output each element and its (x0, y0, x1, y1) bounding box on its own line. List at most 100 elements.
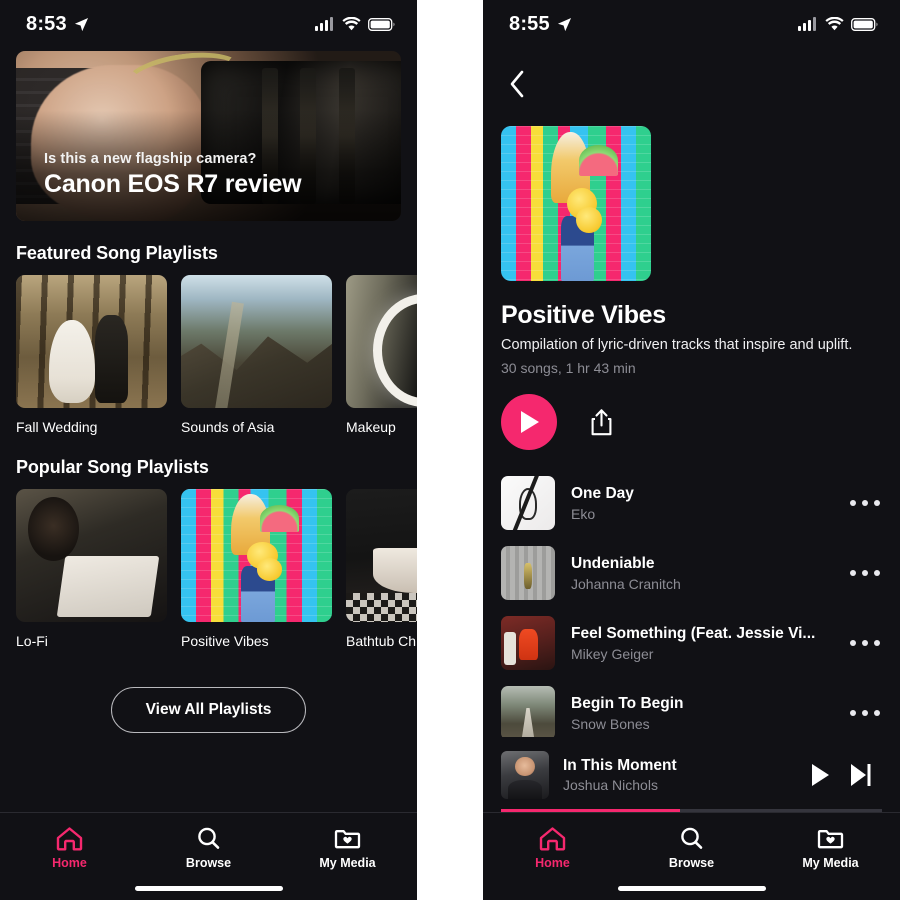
home-icon (539, 827, 566, 851)
track-artwork (501, 476, 555, 530)
track-artist: Mikey Geiger (571, 645, 654, 662)
section-heading-featured: Featured Song Playlists (16, 243, 218, 263)
mini-player-title: In This Moment (563, 757, 677, 774)
playlist-artwork-makeup (346, 275, 417, 408)
hero-title: Canon EOS R7 review (44, 170, 302, 198)
featured-playlists-carousel[interactable]: Fall Wedding Sounds of Asia Makeup (0, 275, 417, 435)
location-arrow-icon (74, 17, 88, 31)
track-artwork (501, 546, 555, 600)
mini-player-next-button[interactable] (840, 756, 882, 794)
playlist-artwork-bathtub-chill (346, 489, 417, 622)
tab-browse[interactable]: Browse (139, 826, 278, 870)
playlist-card[interactable]: Sounds of Asia (181, 275, 332, 435)
more-options-icon (850, 500, 856, 506)
share-playlist-button[interactable] (589, 408, 614, 437)
playlist-card[interactable]: Positive Vibes (181, 489, 332, 649)
track-artist: Johanna Cranitch (571, 575, 681, 592)
track-more-options-button[interactable] (848, 562, 882, 584)
status-left-group: 8:55 (509, 13, 572, 36)
navigation-bar (483, 48, 900, 98)
tab-label-home: Home (52, 856, 87, 870)
featured-article-banner[interactable]: Is this a new flagship camera? Canon EOS… (16, 51, 401, 221)
home-icon (56, 827, 83, 851)
tab-label-browse: Browse (185, 856, 232, 870)
track-text: Feel Something (Feat. Jessie Vi... Mikey… (571, 625, 848, 662)
track-title: Undeniable (571, 554, 655, 572)
cellular-signal-icon (315, 17, 333, 31)
playlist-title: Positive Vibes (501, 301, 666, 329)
hero-text-block: Is this a new flagship camera? Canon EOS… (44, 151, 377, 199)
playlist-card-label: Lo-Fi (16, 633, 48, 649)
mini-player-artwork (501, 751, 549, 799)
battery-full-icon (851, 17, 878, 31)
playlist-description: Compilation of lyric-driven tracks that … (501, 337, 853, 353)
playlist-card-label: Sounds of Asia (181, 419, 275, 435)
track-more-options-button[interactable] (848, 632, 882, 654)
screenshot-stage: 8:53 Is this a new flagship camera? Cano… (0, 0, 900, 900)
track-text: One Day Eko (571, 485, 848, 522)
status-time: 8:55 (509, 12, 550, 35)
playlist-card[interactable]: Fall Wedding (16, 275, 167, 435)
track-artist: Snow Bones (571, 715, 650, 732)
section-heading-popular: Popular Song Playlists (16, 457, 209, 477)
home-indicator (617, 886, 766, 891)
view-all-wrapper: View All Playlists (0, 687, 417, 733)
mini-player-play-button[interactable] (800, 756, 840, 794)
tab-label-home: Home (535, 856, 570, 870)
playlist-card-label: Fall Wedding (16, 419, 98, 435)
more-options-icon (850, 710, 856, 716)
view-all-playlists-button[interactable]: View All Playlists (110, 687, 307, 733)
playlist-artwork-positive-vibes (181, 489, 332, 622)
mini-player[interactable]: In This Moment Joshua Nichols (483, 737, 900, 812)
tab-browse[interactable]: Browse (622, 826, 761, 870)
mini-player-text: In This Moment Joshua Nichols (563, 757, 800, 793)
phone-separator-gap (417, 0, 483, 900)
phone-playlist-screen: 8:55 Positive Vibes Compilation of lyric… (483, 0, 900, 900)
playlist-card[interactable]: Bathtub Ch (346, 489, 417, 649)
wifi-icon (825, 17, 844, 31)
track-title: Begin To Begin (571, 694, 684, 712)
track-title: Feel Something (Feat. Jessie Vi... (571, 624, 816, 642)
tab-bar-left[interactable]: Home Browse My Media (0, 812, 417, 900)
track-text: Begin To Begin Snow Bones (571, 695, 848, 732)
playlist-card[interactable]: Makeup (346, 275, 417, 435)
track-row[interactable]: One Day Eko (483, 468, 900, 538)
tab-my-media[interactable]: My Media (278, 826, 417, 870)
chevron-left-icon[interactable] (509, 70, 525, 98)
play-icon (521, 411, 539, 433)
more-options-icon (850, 640, 856, 646)
status-time: 8:53 (26, 12, 67, 35)
skip-next-icon (851, 764, 871, 786)
search-icon (198, 827, 220, 849)
track-row[interactable]: Undeniable Johanna Cranitch (483, 538, 900, 608)
playlist-artwork-lo-fi (16, 489, 167, 622)
track-text: Undeniable Johanna Cranitch (571, 555, 848, 592)
playlist-card-label: Bathtub Ch (346, 633, 417, 649)
playlist-card-label: Makeup (346, 419, 396, 435)
status-bar-left: 8:53 (0, 0, 417, 48)
hero-kicker: Is this a new flagship camera? (44, 151, 257, 167)
track-more-options-button[interactable] (848, 492, 882, 514)
more-options-icon (850, 570, 856, 576)
track-artist: Eko (571, 505, 596, 522)
playlist-card[interactable]: Lo-Fi (16, 489, 167, 649)
tab-bar-right[interactable]: Home Browse My Media (483, 812, 900, 900)
tab-home[interactable]: Home (0, 826, 139, 870)
tab-label-my-media: My Media (802, 856, 859, 870)
phone-home-screen: 8:53 Is this a new flagship camera? Cano… (0, 0, 417, 900)
track-more-options-button[interactable] (848, 702, 882, 724)
playlist-card-label: Positive Vibes (181, 633, 269, 649)
popular-playlists-carousel[interactable]: Lo-Fi Positive Vibes Bathtub Ch (0, 489, 417, 649)
playlist-cover-art (501, 126, 651, 281)
search-icon (681, 827, 703, 849)
cellular-signal-icon (798, 17, 816, 31)
playlist-meta: 30 songs, 1 hr 43 min (501, 360, 636, 376)
tab-my-media[interactable]: My Media (761, 826, 900, 870)
play-icon (812, 764, 829, 786)
track-row[interactable]: Feel Something (Feat. Jessie Vi... Mikey… (483, 608, 900, 678)
tab-home[interactable]: Home (483, 826, 622, 870)
status-bar-right: 8:55 (483, 0, 900, 48)
play-playlist-button[interactable] (501, 394, 557, 450)
track-title: One Day (571, 484, 634, 502)
status-left-group: 8:53 (26, 13, 89, 36)
